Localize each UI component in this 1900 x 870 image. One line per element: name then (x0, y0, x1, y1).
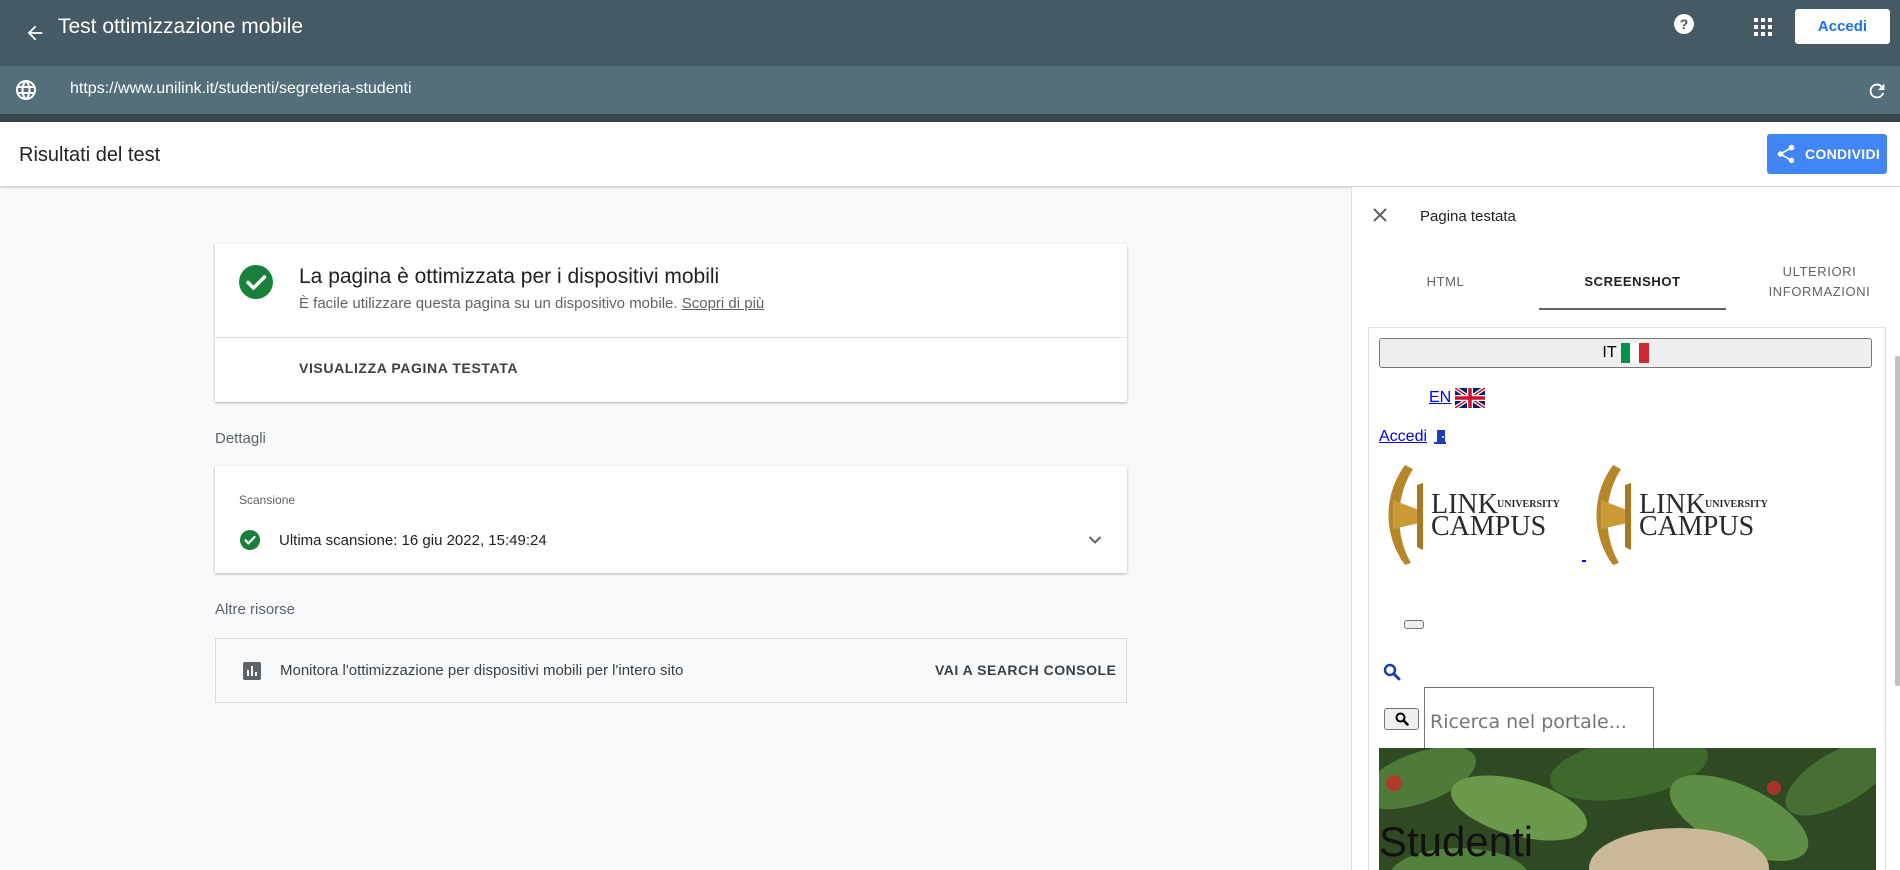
last-scan-text: Ultima scansione: 16 giu 2022, 15:49:24 (279, 532, 547, 549)
result-summary-card: La pagina è ottimizzata per i dispositiv… (215, 244, 1127, 402)
share-icon (1777, 144, 1795, 164)
globe-icon (14, 78, 38, 102)
help-icon[interactable]: ? (1668, 8, 1700, 40)
details-section-label: Dettagli (215, 430, 266, 447)
apps-grid-icon[interactable] (1746, 10, 1780, 44)
other-resources-label: Altre risorse (215, 601, 296, 618)
scan-label: Scansione (239, 493, 296, 507)
tab-more-info[interactable]: ULTERIORI INFORMAZIONI (1726, 253, 1900, 310)
language-en-link[interactable]: EN (1429, 388, 1486, 408)
page-title: Risultati del test (19, 144, 161, 166)
login-label: Accedi (1379, 428, 1428, 445)
hero-image: Studenti (1379, 748, 1876, 870)
svg-text:?: ? (1680, 16, 1689, 32)
monitor-site-text: Monitora l'ottimizzazione per dispositiv… (280, 662, 684, 679)
close-icon[interactable] (1366, 201, 1394, 229)
url-bar: https://www.unilink.it/studenti/segreter… (0, 66, 1900, 114)
magnifier-icon (1395, 712, 1409, 726)
tab-screenshot[interactable]: SCREENSHOT (1539, 253, 1726, 310)
sign-in-button[interactable]: Accedi (1795, 9, 1890, 44)
menu-toggle-button[interactable] (1404, 620, 1424, 629)
university-logo-link[interactable]: LINK UNIVERSITY CAMPUS (1587, 455, 1783, 575)
go-to-search-console-button[interactable]: VAI A SEARCH CONSOLE (935, 662, 1116, 678)
tab-html[interactable]: HTML (1352, 253, 1539, 310)
search-icon[interactable] (1383, 663, 1401, 681)
view-tested-page-button[interactable]: VISUALIZZA PAGINA TESTATA (299, 360, 518, 376)
tab-more-info-label: ULTERIORI INFORMAZIONI (1768, 263, 1871, 299)
result-description: È facile utilizzare questa pagina su un … (299, 295, 678, 312)
back-arrow-icon[interactable] (14, 12, 56, 54)
learn-more-link[interactable]: Scopri di più (682, 295, 765, 312)
success-check-icon (238, 264, 274, 300)
door-icon (1434, 430, 1447, 444)
login-link[interactable]: Accedi (1379, 428, 1449, 446)
page-screenshot: IT EN Accedi LINK UNIVERSITY CAMPUS LINK… (1368, 327, 1886, 870)
logo2-text-university: UNIVERSITY (1705, 499, 1769, 510)
share-button[interactable]: CONDIVIDI (1767, 134, 1887, 174)
language-it-button[interactable]: IT (1379, 338, 1872, 368)
logo-link-underline (1582, 560, 1586, 562)
hero-heading: Studenti (1379, 818, 1534, 865)
logo-text-university: UNIVERSITY (1497, 499, 1561, 510)
search-submit-button[interactable] (1384, 708, 1419, 730)
panel-scrollbar[interactable] (1895, 356, 1900, 686)
app-bar: Test ottimizzazione mobile ? Accedi (0, 0, 1900, 66)
scan-success-icon (240, 530, 260, 550)
results-header: Risultati del test CONDIVIDI (0, 122, 1900, 186)
italy-flag-icon (1620, 343, 1649, 363)
panel-tabs: HTML SCREENSHOT ULTERIORI INFORMAZIONI (1352, 253, 1900, 310)
lang-it-label: IT (1602, 344, 1617, 361)
bar-chart-icon (242, 661, 262, 681)
search-console-resource: Monitora l'ottimizzazione per dispositiv… (215, 638, 1127, 703)
result-subline: È facile utilizzare questa pagina su un … (299, 295, 764, 312)
portal-search-input[interactable]: Ricerca nel portale... (1424, 687, 1654, 757)
tested-page-panel: Pagina testata HTML SCREENSHOT ULTERIORI… (1351, 187, 1900, 870)
lang-en-label: EN (1429, 389, 1452, 406)
logo-text-campus: CAMPUS (1431, 511, 1546, 542)
share-label: CONDIVIDI (1805, 146, 1881, 162)
logo2-text-campus: CAMPUS (1639, 511, 1754, 542)
card-divider (215, 337, 1127, 338)
university-logo: LINK UNIVERSITY CAMPUS (1388, 465, 1561, 565)
panel-title: Pagina testata (1420, 208, 1516, 225)
tested-url[interactable]: https://www.unilink.it/studenti/segreter… (70, 80, 412, 98)
uk-flag-icon (1455, 388, 1486, 408)
chevron-down-icon[interactable] (1083, 528, 1107, 552)
refresh-icon[interactable] (1864, 78, 1890, 104)
url-bar-divider (0, 114, 1900, 122)
app-title: Test ottimizzazione mobile (58, 15, 304, 38)
result-headline: La pagina è ottimizzata per i dispositiv… (299, 265, 720, 288)
scan-details-card[interactable]: Scansione Ultima scansione: 16 giu 2022,… (215, 466, 1127, 573)
